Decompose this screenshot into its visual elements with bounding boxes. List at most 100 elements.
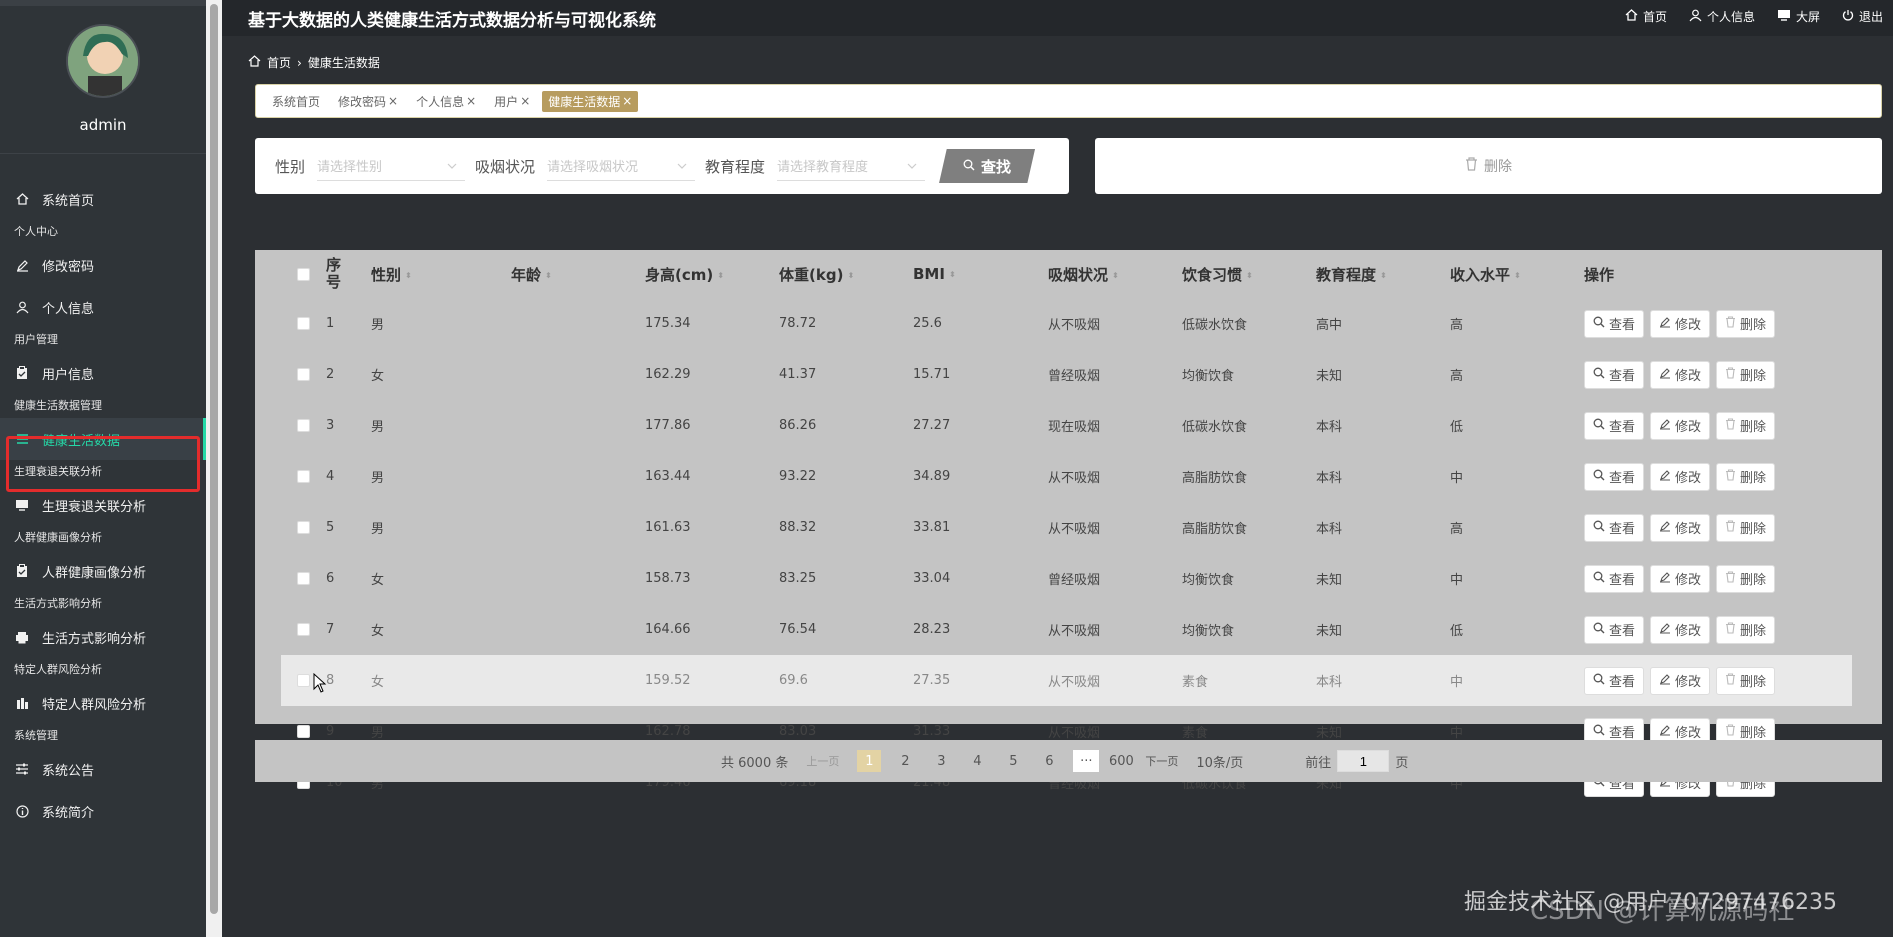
column-header[interactable]: 身高(cm) ⬍ bbox=[645, 264, 779, 285]
page-number[interactable]: 5 bbox=[1001, 750, 1025, 772]
sidebar-item[interactable]: 系统简介 bbox=[0, 790, 206, 832]
sidebar-item[interactable]: 生理衰退关联分析 bbox=[0, 484, 206, 526]
column-header[interactable]: 体重(kg) ⬍ bbox=[779, 264, 913, 285]
table-scrollbar[interactable] bbox=[1856, 250, 1882, 724]
tab-tag[interactable]: 用户 × bbox=[488, 91, 536, 112]
row-checkbox[interactable] bbox=[297, 419, 310, 432]
view-button[interactable]: 查看 bbox=[1584, 615, 1645, 644]
sort-icon[interactable]: ⬍ bbox=[1112, 271, 1119, 280]
delete-button[interactable]: 删除 bbox=[1716, 666, 1776, 695]
edit-button[interactable]: 修改 bbox=[1650, 564, 1711, 593]
edit-button[interactable]: 修改 bbox=[1650, 666, 1711, 695]
search-select[interactable]: 请选择性别 bbox=[317, 151, 466, 181]
sort-icon[interactable]: ⬍ bbox=[1246, 271, 1253, 280]
sort-icon[interactable]: ⬍ bbox=[1514, 271, 1521, 280]
view-button[interactable]: 查看 bbox=[1584, 666, 1645, 695]
delete-button[interactable]: 删除 bbox=[1716, 360, 1776, 389]
table-row[interactable]: 2 女 162.29 41.37 15.71 曾经吸烟 均衡饮食 未知 高 查看 修改 删除 bbox=[281, 349, 1852, 400]
sidebar-item[interactable]: 修改密码 bbox=[0, 244, 206, 286]
delete-button[interactable]: 删除 bbox=[1716, 513, 1776, 542]
sort-icon[interactable]: ⬍ bbox=[1380, 271, 1387, 280]
row-checkbox[interactable] bbox=[297, 725, 310, 738]
search-select[interactable]: 请选择吸烟状况 bbox=[547, 151, 696, 181]
tab-tag[interactable]: 修改密码 × bbox=[332, 91, 404, 112]
sidebar-scrollbar[interactable] bbox=[206, 0, 222, 937]
view-button[interactable]: 查看 bbox=[1584, 462, 1645, 491]
table-row[interactable]: 4 男 163.44 93.22 34.89 从不吸烟 高脂肪饮食 本科 中 查看 修改 删除 bbox=[281, 451, 1852, 502]
page-number-last[interactable]: 600 bbox=[1109, 750, 1134, 772]
sidebar-item[interactable]: 系统首页 bbox=[0, 178, 206, 220]
table-row[interactable]: 6 女 158.73 83.25 33.04 曾经吸烟 均衡饮食 未知 中 查看 修改 删除 bbox=[281, 553, 1852, 604]
sort-icon[interactable]: ⬍ bbox=[949, 270, 956, 279]
row-checkbox[interactable] bbox=[297, 572, 310, 585]
header-link[interactable]: 大屏 bbox=[1777, 8, 1820, 25]
view-button[interactable]: 查看 bbox=[1584, 360, 1645, 389]
row-checkbox[interactable] bbox=[297, 470, 310, 483]
table-row[interactable]: 8 女 159.52 69.6 27.35 从不吸烟 素食 本科 中 查看 修改 删除 bbox=[281, 655, 1852, 706]
page-size-select[interactable]: 10条/页 bbox=[1196, 752, 1243, 771]
sort-icon[interactable]: ⬍ bbox=[717, 271, 724, 280]
tab-tag[interactable]: 健康生活数据 × bbox=[542, 90, 639, 112]
view-button[interactable]: 查看 bbox=[1584, 564, 1645, 593]
page-number[interactable]: 4 bbox=[965, 750, 989, 772]
header-link[interactable]: 首页 bbox=[1625, 8, 1667, 25]
sort-icon[interactable]: ⬍ bbox=[545, 271, 552, 280]
view-button[interactable]: 查看 bbox=[1584, 513, 1645, 542]
page-jump-input[interactable] bbox=[1337, 750, 1390, 772]
search-select[interactable]: 请选择教育程度 bbox=[777, 151, 926, 181]
sidebar-item[interactable]: 用户信息 bbox=[0, 352, 206, 394]
sort-icon[interactable]: ⬍ bbox=[847, 271, 854, 280]
select-all-checkbox[interactable] bbox=[297, 267, 310, 281]
edit-button[interactable]: 修改 bbox=[1650, 309, 1711, 338]
header-link[interactable]: 退出 bbox=[1842, 8, 1883, 25]
page-number[interactable]: 1 bbox=[857, 750, 882, 772]
edit-button[interactable]: 修改 bbox=[1650, 462, 1711, 491]
search-button[interactable]: 查找 bbox=[939, 149, 1036, 183]
sidebar-item[interactable]: 健康生活数据 bbox=[0, 418, 206, 460]
row-checkbox[interactable] bbox=[297, 674, 310, 687]
column-header[interactable]: 教育程度 ⬍ bbox=[1316, 264, 1450, 285]
row-checkbox[interactable] bbox=[297, 317, 310, 330]
edit-button[interactable]: 修改 bbox=[1650, 513, 1711, 542]
delete-button[interactable]: 删除 bbox=[1716, 309, 1776, 338]
close-icon[interactable]: × bbox=[520, 94, 530, 108]
close-icon[interactable]: × bbox=[622, 94, 632, 108]
column-header[interactable]: BMI ⬍ bbox=[913, 265, 1048, 283]
sort-icon[interactable]: ⬍ bbox=[405, 271, 412, 280]
delete-button[interactable]: 删除 bbox=[1716, 615, 1776, 644]
prev-page-button[interactable]: 上一页 bbox=[806, 753, 839, 769]
edit-button[interactable]: 修改 bbox=[1650, 360, 1711, 389]
sidebar-item[interactable]: 系统公告 bbox=[0, 748, 206, 790]
table-row[interactable]: 7 女 164.66 76.54 28.23 从不吸烟 均衡饮食 未知 低 查看 修改 删除 bbox=[281, 604, 1852, 655]
page-number[interactable]: 2 bbox=[893, 750, 917, 772]
header-link[interactable]: 个人信息 bbox=[1689, 8, 1755, 25]
delete-button[interactable]: 删除 bbox=[1716, 411, 1776, 440]
avatar[interactable] bbox=[66, 24, 140, 98]
view-button[interactable]: 查看 bbox=[1584, 411, 1645, 440]
table-row[interactable]: 1 男 175.34 78.72 25.6 从不吸烟 低碳水饮食 高中 高 查看 修改 删除 bbox=[281, 298, 1852, 349]
table-row[interactable]: 5 男 161.63 88.32 33.81 从不吸烟 高脂肪饮食 本科 高 查看 修改 删除 bbox=[281, 502, 1852, 553]
bulk-delete-button[interactable]: 删除 bbox=[1095, 138, 1882, 194]
view-button[interactable]: 查看 bbox=[1584, 309, 1645, 338]
sidebar-item[interactable]: 人群健康画像分析 bbox=[0, 550, 206, 592]
sidebar-item[interactable]: 个人信息 bbox=[0, 286, 206, 328]
page-number[interactable]: 6 bbox=[1037, 750, 1061, 772]
sidebar-item[interactable]: 生活方式影响分析 bbox=[0, 616, 206, 658]
delete-button[interactable]: 删除 bbox=[1716, 462, 1776, 491]
row-checkbox[interactable] bbox=[297, 623, 310, 636]
close-icon[interactable]: × bbox=[466, 94, 476, 108]
row-checkbox[interactable] bbox=[297, 521, 310, 534]
table-row[interactable]: 3 男 177.86 86.26 27.27 现在吸烟 低碳水饮食 本科 低 查看 修改 删除 bbox=[281, 400, 1852, 451]
column-header[interactable]: 性别 ⬍ bbox=[371, 264, 511, 285]
tab-tag[interactable]: 个人信息 × bbox=[410, 91, 482, 112]
column-header[interactable]: 吸烟状况 ⬍ bbox=[1048, 264, 1182, 285]
delete-button[interactable]: 删除 bbox=[1716, 564, 1776, 593]
row-checkbox[interactable] bbox=[297, 368, 310, 381]
tab-tag[interactable]: 系统首页 bbox=[266, 91, 326, 112]
more-pages-button[interactable]: ··· bbox=[1073, 750, 1100, 772]
sidebar-scrollbar-thumb[interactable] bbox=[210, 4, 218, 914]
column-header[interactable]: 饮食习惯 ⬍ bbox=[1182, 264, 1316, 285]
edit-button[interactable]: 修改 bbox=[1650, 615, 1711, 644]
sidebar-item[interactable]: 特定人群风险分析 bbox=[0, 682, 206, 724]
column-header[interactable]: 年龄 ⬍ bbox=[511, 264, 645, 285]
